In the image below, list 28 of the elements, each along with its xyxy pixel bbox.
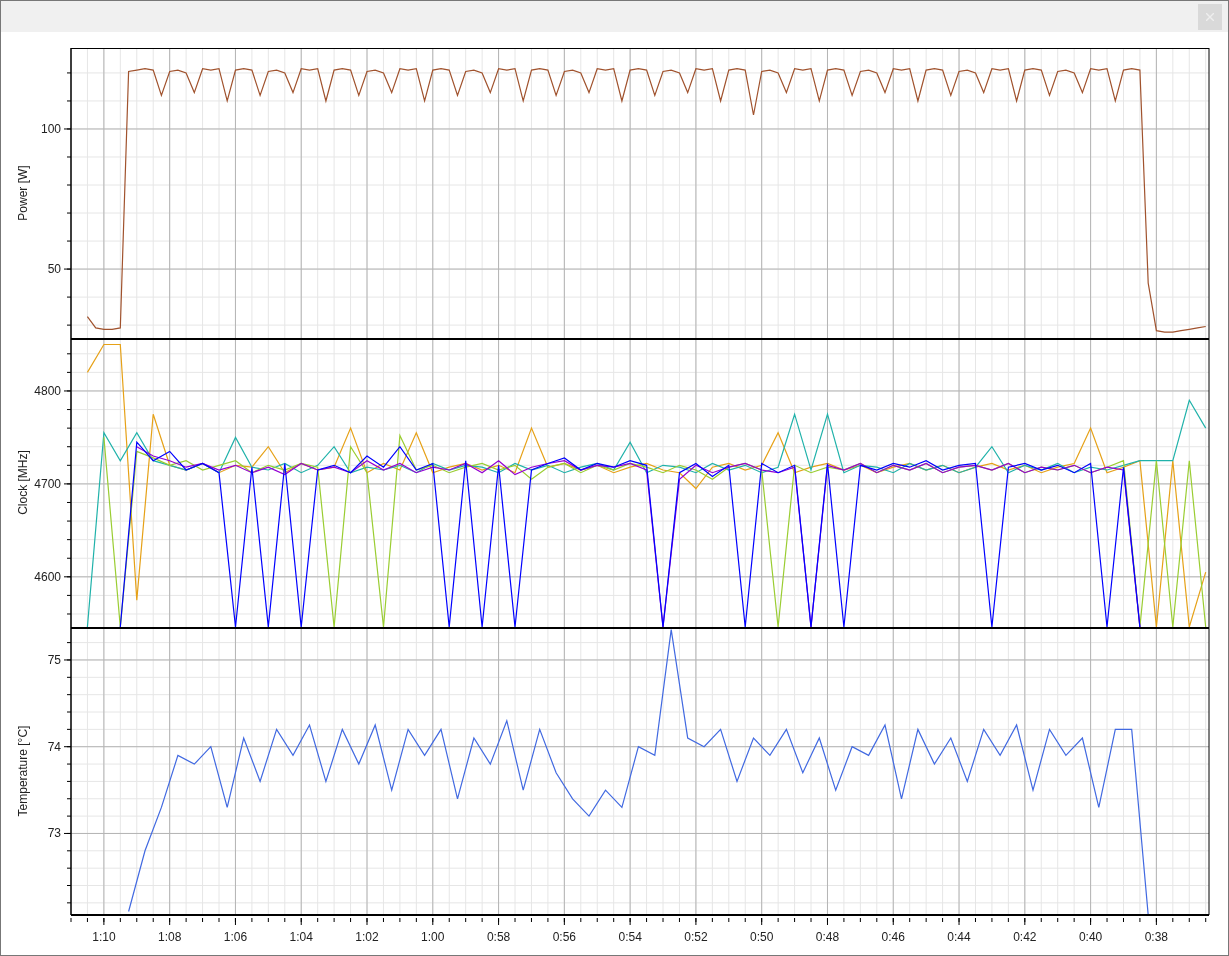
tick-label: 0:48 xyxy=(815,930,840,944)
tick-label: 1:08 xyxy=(158,930,182,944)
tick-label: 0:46 xyxy=(881,930,905,944)
tick-label: 50 xyxy=(47,262,61,277)
tick-label: 75 xyxy=(47,652,61,667)
axis-title: Temperature [°C] xyxy=(16,725,30,817)
tick-label: 0:52 xyxy=(684,930,708,944)
tick-label: 0:40 xyxy=(1078,930,1103,944)
tick-label: 0:58 xyxy=(486,930,511,944)
axis-title: Power [W] xyxy=(16,165,30,221)
tick-label: 74 xyxy=(47,739,61,754)
tick-label: 0:54 xyxy=(618,930,642,944)
tick-label: 0:38 xyxy=(1144,930,1169,944)
tick-label: 1:06 xyxy=(223,930,248,944)
tick-label: 1:00 xyxy=(421,930,445,944)
tick-label: 0:56 xyxy=(552,930,577,944)
tick-label: 1:02 xyxy=(355,930,379,944)
tick-label: 4800 xyxy=(34,383,61,398)
tick-label: 4700 xyxy=(34,476,61,491)
tick-label: 100 xyxy=(40,122,61,136)
tick-label: 73 xyxy=(47,826,61,841)
tick-label: 4600 xyxy=(34,569,61,584)
tick-label: 0:42 xyxy=(1013,930,1037,944)
tick-label: 1:04 xyxy=(289,930,313,944)
tick-label: 1:10 xyxy=(92,930,116,944)
tick-label: 0:50 xyxy=(750,930,774,944)
tick-label: 0:44 xyxy=(947,930,971,944)
axis-title: Clock [MHz] xyxy=(16,450,30,515)
